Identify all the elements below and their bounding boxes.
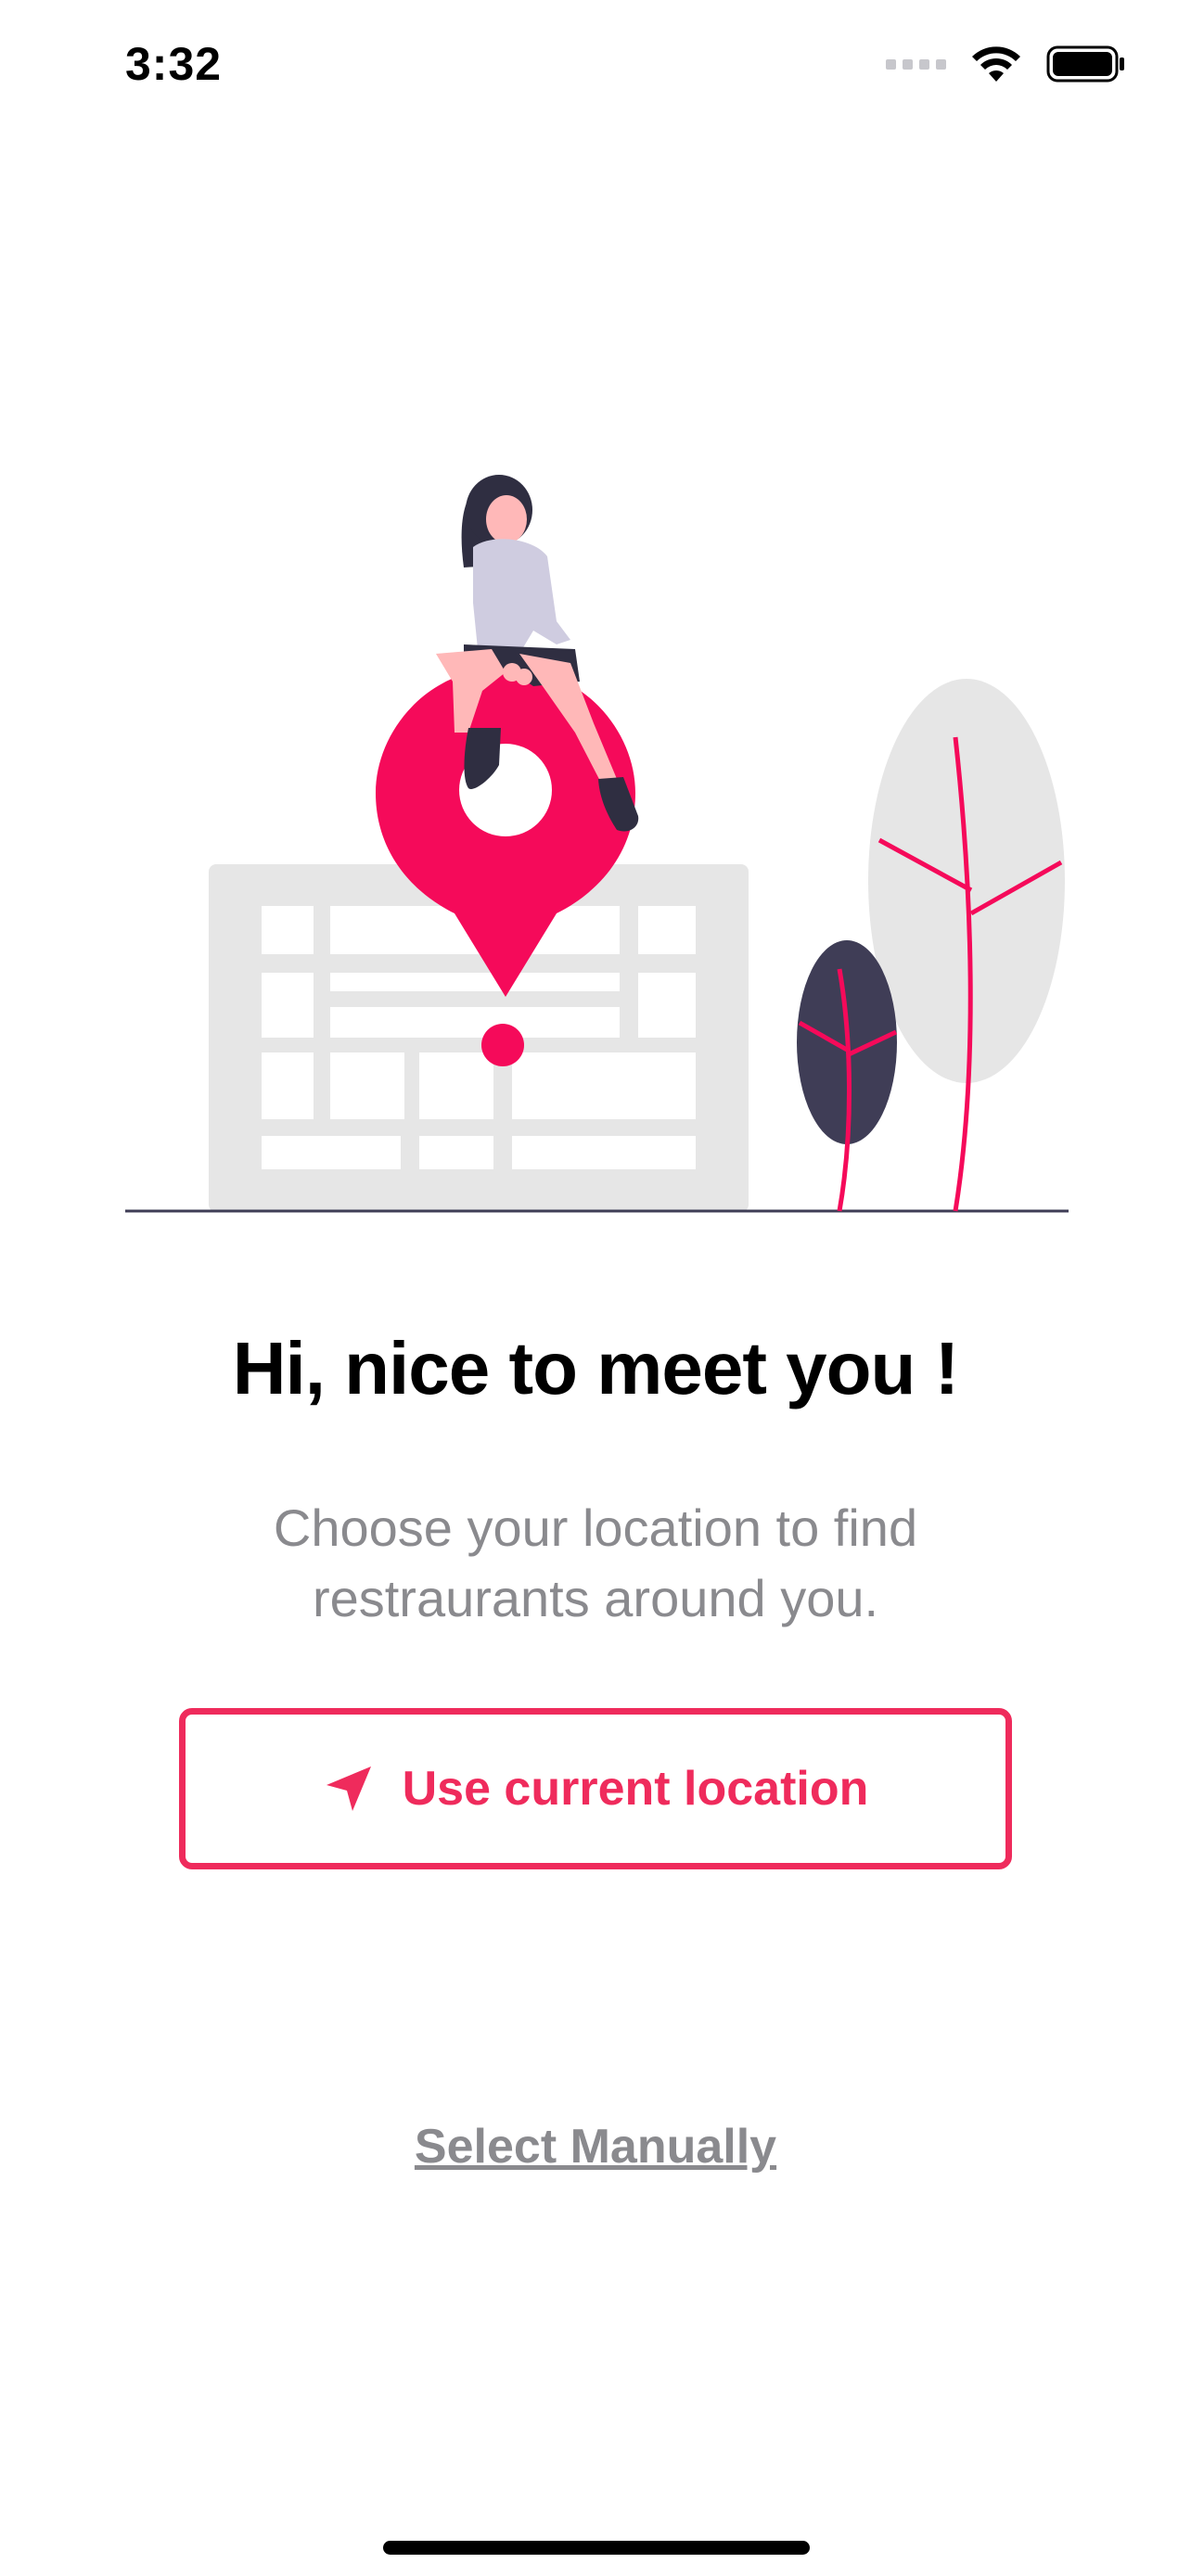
tree-large-graphic xyxy=(868,679,1065,1212)
navigation-arrow-icon xyxy=(326,1766,371,1811)
subtitle-line-1: Choose your location to find xyxy=(273,1498,918,1557)
use-current-location-button[interactable]: Use current location xyxy=(179,1708,1012,1869)
tree-small-graphic xyxy=(797,940,898,1212)
use-current-location-label: Use current location xyxy=(402,1762,869,1816)
select-manually-link[interactable]: Select Manually xyxy=(0,2119,1191,2174)
home-indicator[interactable] xyxy=(383,2541,810,2555)
page-title: Hi, nice to meet you ! xyxy=(232,1327,960,1409)
subtitle-line-2: restraurants around you. xyxy=(312,1569,879,1627)
location-illustration xyxy=(125,475,1069,1213)
subtitle-text: Choose your location to find restraurant… xyxy=(178,1493,1013,1634)
